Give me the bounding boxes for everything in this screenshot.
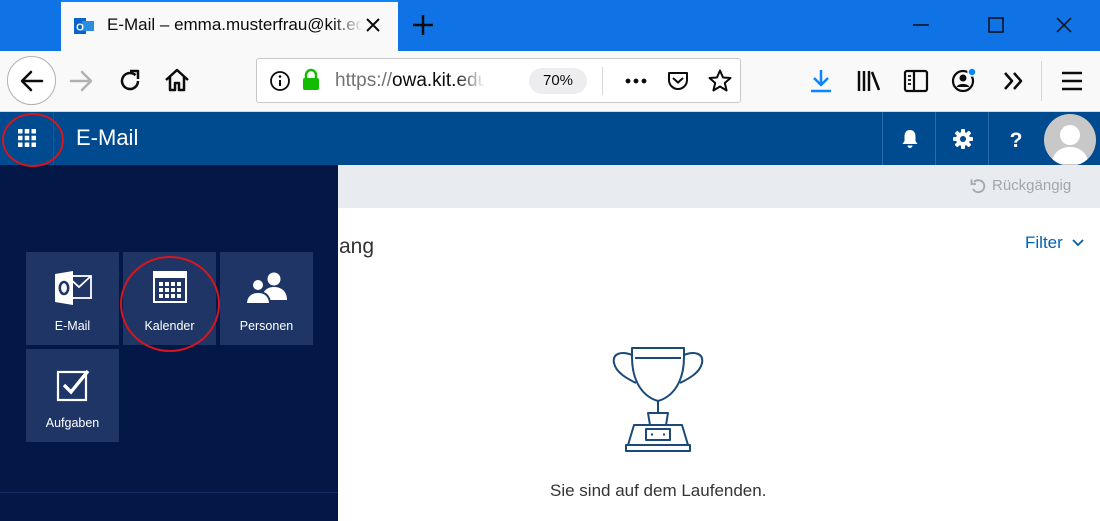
bell-icon: [902, 130, 918, 148]
user-avatar[interactable]: [1044, 114, 1096, 166]
account-icon[interactable]: [950, 66, 978, 94]
maximize-window-icon[interactable]: [985, 14, 1007, 36]
settings-button[interactable]: [935, 112, 988, 165]
people-icon: [244, 272, 287, 305]
undo-arrow-icon: [970, 178, 986, 193]
reload-icon[interactable]: [116, 67, 144, 95]
url-host: owa.kit.edu: [392, 70, 485, 91]
back-button[interactable]: [7, 56, 56, 105]
undo-label: Rückgängig: [992, 177, 1072, 194]
tile-icon-wrap: [26, 270, 119, 310]
overflow-chevron-icon[interactable]: [1000, 67, 1028, 95]
help-button[interactable]: ?: [988, 112, 1041, 165]
filter-button[interactable]: Filter: [1025, 233, 1084, 253]
owa-header: E-Mail ?: [0, 112, 1100, 166]
sidebar-icon[interactable]: [902, 67, 930, 95]
notifications-button[interactable]: [882, 112, 935, 165]
tasks-checkbox-icon: [56, 369, 89, 402]
launcher-divider: [0, 492, 338, 493]
arrow-left-icon: [20, 70, 44, 92]
url-scheme: https://: [335, 70, 393, 91]
tab-title: E-Mail – emma.musterfrau@kit.edu: [107, 15, 363, 34]
url-text[interactable]: https://owa.kit.edu: [335, 70, 485, 92]
info-icon[interactable]: [269, 70, 291, 92]
app-title: E-Mail: [76, 125, 139, 150]
downloads-icon[interactable]: [807, 67, 835, 95]
launcher-tile-people[interactable]: Personen: [220, 252, 313, 345]
annotation-circle-launcher: [2, 113, 64, 167]
tab-accent-line: [61, 0, 398, 2]
more-actions-icon[interactable]: [623, 71, 649, 91]
close-window-icon[interactable]: [1053, 14, 1075, 36]
launcher-tile-email[interactable]: E-Mail: [26, 252, 119, 345]
svg-text:?: ?: [1010, 129, 1023, 150]
minimize-window-icon[interactable]: [910, 14, 932, 36]
bookmark-star-icon[interactable]: [707, 68, 733, 94]
toolbar-separator: [1041, 61, 1042, 101]
url-bar[interactable]: https://owa.kit.edu 70%: [256, 58, 741, 103]
hamburger-menu-icon[interactable]: [1058, 67, 1086, 95]
browser-tab-active[interactable]: O E-Mail – emma.musterfrau@kit.edu: [61, 0, 398, 51]
tile-label: Personen: [239, 319, 294, 333]
tile-label: E-Mail: [54, 319, 91, 333]
gear-icon: [953, 129, 973, 149]
tile-icon-wrap: [220, 270, 313, 310]
lock-icon[interactable]: [300, 68, 322, 92]
person-silhouette-icon: [1051, 125, 1089, 164]
launcher-tile-tasks[interactable]: Aufgaben: [26, 349, 119, 442]
outlook-favicon-icon: O: [74, 18, 94, 34]
screen: O E-Mail – emma.musterfrau@kit.edu https…: [0, 0, 1100, 521]
folder-heading: ang: [339, 235, 375, 258]
home-icon[interactable]: [163, 66, 191, 94]
undo-button[interactable]: Rückgängig: [970, 177, 1071, 194]
tile-label: Aufgaben: [45, 416, 100, 430]
tile-icon-wrap: [26, 367, 119, 407]
close-tab-icon[interactable]: [363, 15, 383, 35]
outlook-mail-icon: [54, 271, 92, 305]
help-question-icon: ?: [1010, 129, 1023, 150]
library-icon[interactable]: [855, 67, 883, 95]
browser-nav-toolbar: https://owa.kit.edu 70%: [0, 51, 1100, 112]
new-tab-icon[interactable]: [410, 12, 436, 38]
url-bar-separator: [602, 67, 603, 95]
forward-arrow-icon[interactable]: [67, 67, 95, 95]
annotation-circle-calendar: [120, 256, 220, 352]
chevron-down-icon: [1072, 239, 1084, 247]
zoom-level-badge[interactable]: 70%: [529, 68, 587, 94]
trophy-icon: [612, 347, 704, 452]
browser-tab-strip: O E-Mail – emma.musterfrau@kit.edu: [0, 0, 1100, 51]
pocket-icon[interactable]: [666, 69, 690, 93]
filter-label: Filter: [1025, 233, 1063, 252]
svg-text:O: O: [76, 23, 84, 34]
empty-state-message: Sie sind auf dem Laufenden.: [550, 481, 767, 500]
